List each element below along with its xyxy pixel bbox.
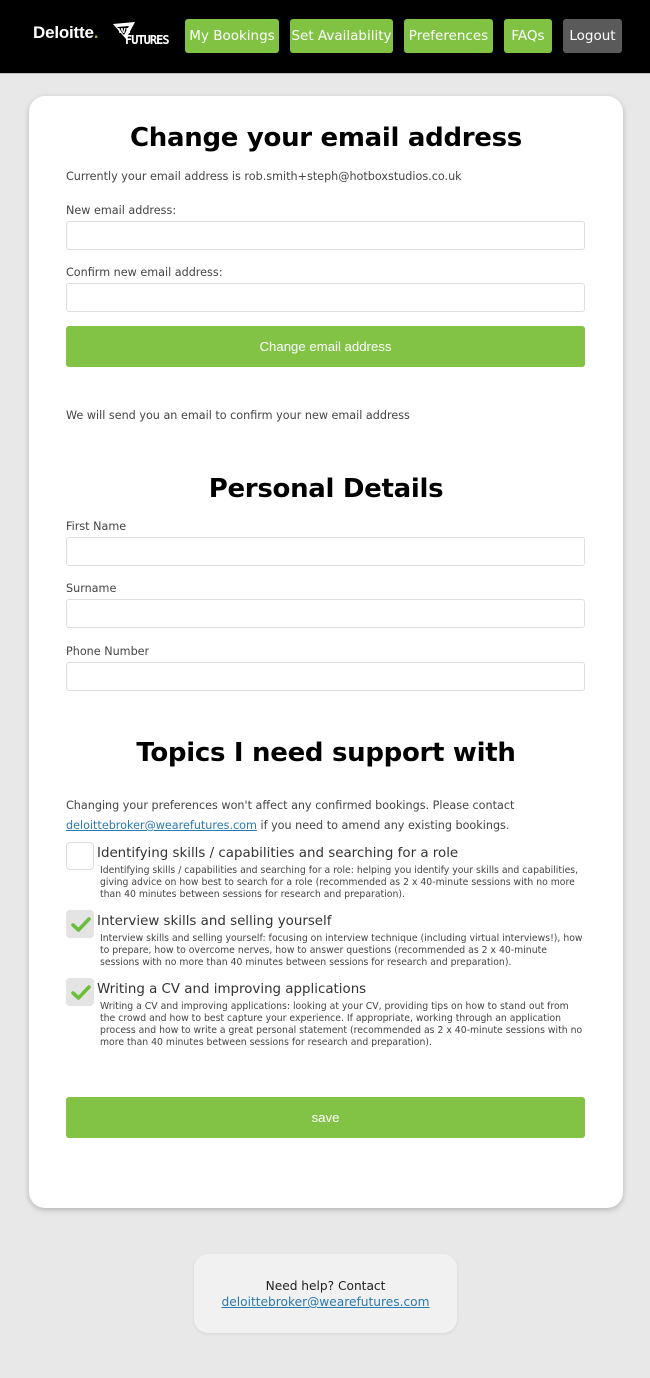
topic-checkbox-interview-skills[interactable] [66,910,94,938]
new-email-label: New email address: [66,204,177,217]
topics-intro-text-after: if you need to amend any existing bookin… [256,819,510,832]
first-name-label: First Name [66,520,127,533]
nav-faqs[interactable]: FAQs [504,19,552,53]
confirm-email-input[interactable] [66,283,585,312]
checkmark-icon [71,917,91,932]
checkmark-icon [71,985,91,1000]
surname-input[interactable] [66,599,585,628]
logout-button[interactable]: Logout [563,19,622,53]
deloitte-logo-text: Deloitte [33,23,94,42]
topic-title: Interview skills and selling yourself [97,914,332,929]
main-card: Change your email address Currently your… [29,96,623,1208]
topic-item: Identifying skills / capabilities and se… [66,842,586,904]
wearefutures-logo[interactable]: WE FUTURES [111,21,177,47]
first-name-input[interactable] [66,537,585,566]
save-button[interactable]: save [66,1097,585,1138]
phone-number-label: Phone Number [66,645,150,658]
nav-set-availability[interactable]: Set Availability [290,19,393,53]
change-email-title: Change your email address [130,123,522,153]
deloitte-logo[interactable]: Deloitte. [33,23,98,43]
wearefutures-logo-icon: WE FUTURES [113,22,170,47]
topics-contact-email-link[interactable]: deloittebroker@wearefutures.com [66,819,257,832]
email-confirmation-note: We will send you an email to confirm you… [66,409,410,422]
phone-number-input[interactable] [66,662,585,691]
help-text: Need help? Contact [265,1279,386,1293]
topic-checkbox-identifying-skills[interactable] [66,842,94,870]
topic-item: Writing a CV and improving applications … [66,978,586,1052]
topic-title: Identifying skills / capabilities and se… [97,846,459,861]
topic-item: Interview skills and selling yourself In… [66,910,586,972]
topic-description: Interview skills and selling yourself: f… [100,933,583,968]
topics-intro: Changing your preferences won't affect a… [66,796,586,836]
nav-preferences[interactable]: Preferences [404,19,493,53]
confirm-email-label: Confirm new email address: [66,266,223,279]
new-email-input[interactable] [66,221,585,250]
help-box: Need help? Contact deloittebroker@wearef… [194,1254,457,1333]
nav-my-bookings[interactable]: My Bookings [185,19,279,53]
topics-intro-text: Changing your preferences won't affect a… [66,799,515,812]
personal-details-title: Personal Details [208,474,444,504]
svg-text:FUTURES: FUTURES [125,33,169,47]
surname-label: Surname [66,582,117,595]
topic-checkbox-writing-cv[interactable] [66,978,94,1006]
topics-title: Topics I need support with [136,738,516,768]
help-email-link[interactable]: deloittebroker@wearefutures.com [222,1295,430,1309]
deloitte-logo-dot: . [93,23,99,42]
current-email-text: Currently your email address is rob.smit… [66,170,462,183]
top-navigation-bar: Deloitte. WE FUTURES My Bookings Set Ava… [0,0,650,74]
topic-description: Writing a CV and improving applications:… [100,1001,583,1048]
topic-title: Writing a CV and improving applications [97,982,367,997]
change-email-button[interactable]: Change email address [66,326,585,367]
topic-description: Identifying skills / capabilities and se… [100,865,579,900]
